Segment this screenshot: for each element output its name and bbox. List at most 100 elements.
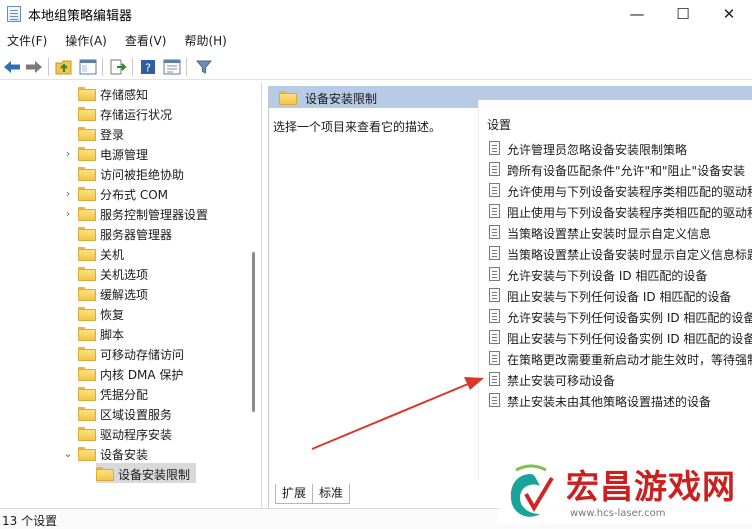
tree-item-label: 访问被拒绝协助: [100, 168, 185, 182]
tree-item[interactable]: › 分布式 COM: [0, 183, 252, 203]
setting-row[interactable]: 阻止安装与下列任何设备 ID 相匹配的设备: [485, 285, 752, 305]
title-bar: 本地组策略编辑器 — ☐ ✕: [0, 0, 752, 28]
tree-item-label: 服务控制管理器设置: [100, 208, 209, 222]
filter-icon[interactable]: [194, 57, 214, 77]
tree-item[interactable]: › 服务控制管理器设置: [0, 203, 252, 223]
tree-item-label: 区域设置服务: [100, 408, 173, 422]
folder-icon: [78, 327, 96, 341]
folder-icon: [78, 247, 96, 261]
tree-item[interactable]: 可移动存储访问: [0, 343, 252, 363]
folder-icon: [78, 427, 96, 441]
tree-item[interactable]: 登录: [0, 123, 252, 143]
folder-icon: [78, 267, 96, 281]
export-list-icon[interactable]: [108, 57, 128, 77]
setting-row[interactable]: 当策略设置禁止安装时显示自定义信息: [485, 222, 752, 242]
setting-label: 阻止安装与下列任何设备 ID 相匹配的设备: [507, 290, 732, 304]
tree-item[interactable]: 访问被拒绝协助: [0, 163, 252, 183]
tree-item-label: 关机选项: [100, 268, 149, 282]
folder-icon: [78, 387, 96, 401]
toolbar-separator: [48, 58, 49, 76]
setting-label: 允许安装与下列设备 ID 相匹配的设备: [507, 269, 708, 283]
tree-item[interactable]: 区域设置服务: [0, 403, 252, 423]
tree-item[interactable]: 凭据分配: [0, 383, 252, 403]
maximize-button[interactable]: ☐: [660, 0, 706, 28]
toolbar-separator: [102, 58, 103, 76]
setting-row[interactable]: 跨所有设备匹配条件"允许"和"阻止"设备安装: [485, 159, 752, 179]
setting-row[interactable]: 阻止安装与下列任何设备实例 ID 相匹配的设备: [485, 327, 752, 347]
setting-row[interactable]: 允许管理员忽略设备安装限制策略: [485, 138, 752, 158]
back-icon[interactable]: [2, 57, 22, 77]
policy-setting-icon: [489, 162, 500, 176]
up-folder-icon[interactable]: [54, 57, 74, 77]
policy-editor-icon: [7, 6, 21, 22]
menu-view[interactable]: 查看(V): [118, 30, 174, 52]
tree-item-label: 电源管理: [100, 148, 149, 162]
setting-row[interactable]: 禁止安装未由其他策略设置描述的设备: [485, 390, 752, 410]
policy-setting-icon: [489, 330, 500, 344]
svg-text:?: ?: [145, 62, 151, 75]
minimize-button[interactable]: —: [614, 0, 660, 28]
menu-help[interactable]: 帮助(H): [177, 30, 233, 52]
tree-item[interactable]: ⌄ 设备安装: [0, 443, 252, 463]
settings-list: 设置 允许管理员忽略设备安装限制策略跨所有设备匹配条件"允许"和"阻止"设备安装…: [479, 100, 752, 480]
tab-standard[interactable]: 标准: [312, 484, 351, 504]
tree-item[interactable]: 设备安装限制: [0, 463, 252, 483]
column-header-setting[interactable]: 设置: [487, 116, 511, 133]
tree-item-label: 凭据分配: [100, 388, 149, 402]
folder-icon: [78, 287, 96, 301]
tree-item[interactable]: 关机选项: [0, 263, 252, 283]
tree-item[interactable]: 恢复: [0, 303, 252, 323]
tree-pane: 存储感知 存储运行状况 登录 › 电源管理 访问被拒绝协助 › 分布式 COM › 服务控制管理器…: [0, 82, 262, 508]
tree-scrollbar[interactable]: [252, 252, 255, 412]
policy-setting-icon: [489, 183, 500, 197]
folder-icon: [78, 87, 96, 101]
details-pane: 设备安装限制 选择一个项目来查看它的描述。 设置 允许管理员忽略设备安装限制策略…: [268, 86, 752, 508]
tree-item-label: 驱动程序安装: [100, 428, 173, 442]
setting-label: 在策略更改需要重新启动才能生效时，等待强制: [507, 353, 752, 367]
show-hide-tree-icon[interactable]: [78, 57, 98, 77]
chevron-down-icon[interactable]: ⌄: [62, 447, 74, 460]
menu-action[interactable]: 操作(A): [58, 30, 114, 52]
chevron-right-icon[interactable]: ›: [62, 207, 74, 220]
folder-icon: [78, 167, 96, 181]
tree-item[interactable]: 内核 DMA 保护: [0, 363, 252, 383]
policy-setting-icon: [489, 288, 500, 302]
setting-label: 允许安装与下列任何设备实例 ID 相匹配的设备: [507, 311, 752, 325]
tree-item-label: 恢复: [100, 308, 125, 322]
setting-row[interactable]: 允许使用与下列设备安装程序类相匹配的驱动程: [485, 180, 752, 200]
menu-file[interactable]: 文件(F): [0, 30, 54, 52]
folder-icon: [96, 467, 114, 481]
properties-icon[interactable]: [162, 57, 182, 77]
setting-label: 禁止安装未由其他策略设置描述的设备: [507, 395, 712, 409]
tree-item[interactable]: › 电源管理: [0, 143, 252, 163]
tree-item[interactable]: 脚本: [0, 323, 252, 343]
description-text: 选择一个项目来查看它的描述。: [273, 120, 442, 134]
tree-item[interactable]: 存储运行状况: [0, 103, 252, 123]
policy-setting-icon: [489, 351, 500, 365]
forward-icon[interactable]: [24, 57, 44, 77]
setting-row[interactable]: 当策略设置禁止设备安装时显示自定义信息标题: [485, 243, 752, 263]
tree-item[interactable]: 驱动程序安装: [0, 423, 252, 443]
setting-label: 允许管理员忽略设备安装限制策略: [507, 143, 688, 157]
tree-item[interactable]: 缓解选项: [0, 283, 252, 303]
setting-row[interactable]: 在策略更改需要重新启动才能生效时，等待强制: [485, 348, 752, 368]
tree-item-label: 设备安装: [100, 448, 149, 462]
folder-icon: [78, 347, 96, 361]
tree-item-label: 可移动存储访问: [100, 348, 185, 362]
setting-label: 当策略设置禁止安装时显示自定义信息: [507, 227, 712, 241]
setting-row[interactable]: 允许安装与下列设备 ID 相匹配的设备: [485, 264, 752, 284]
tree-item[interactable]: 关机: [0, 243, 252, 263]
chevron-right-icon[interactable]: ›: [62, 147, 74, 160]
close-button[interactable]: ✕: [706, 0, 752, 28]
tree-item-label: 存储感知: [100, 88, 149, 102]
setting-row[interactable]: 阻止使用与下列设备安装程序类相匹配的驱动程: [485, 201, 752, 221]
setting-row[interactable]: 禁止安装可移动设备: [485, 369, 752, 389]
help-icon[interactable]: ?: [138, 57, 158, 77]
setting-row[interactable]: 允许安装与下列任何设备实例 ID 相匹配的设备: [485, 306, 752, 326]
tab-extended[interactable]: 扩展: [275, 484, 314, 504]
chevron-right-icon[interactable]: ›: [62, 187, 74, 200]
tree-item[interactable]: 存储感知: [0, 83, 252, 103]
toolbar-separator: [132, 58, 133, 76]
tree-item[interactable]: 服务器管理器: [0, 223, 252, 243]
policy-setting-icon: [489, 225, 500, 239]
